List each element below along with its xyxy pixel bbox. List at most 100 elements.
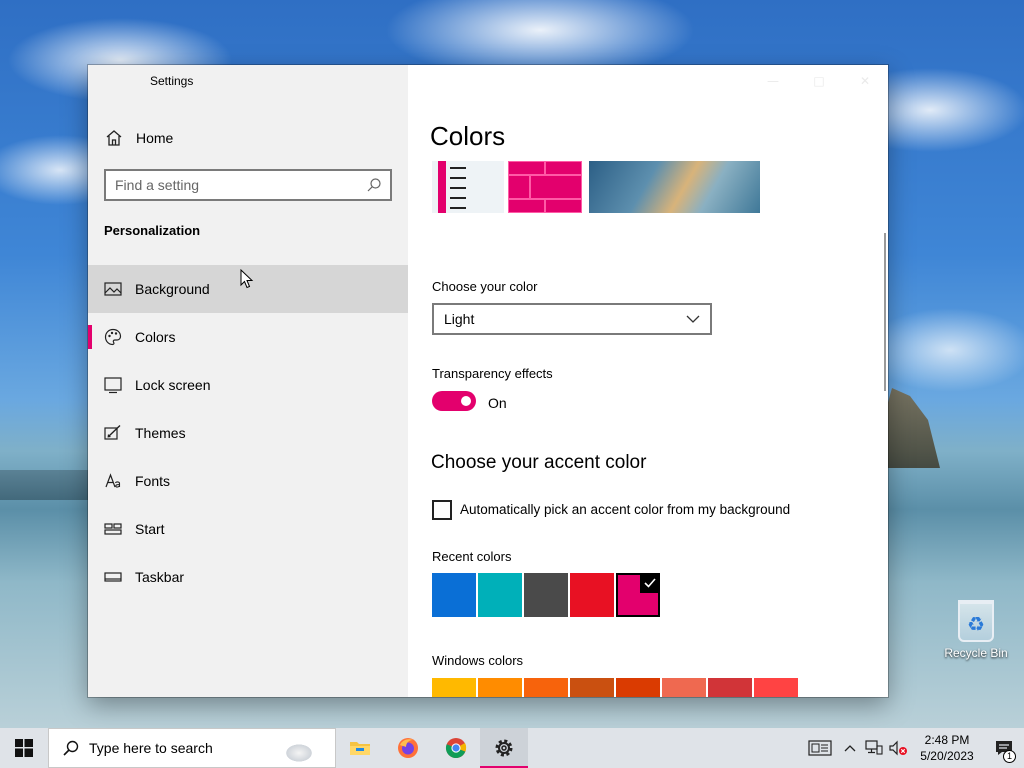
windows-color-swatch[interactable] <box>432 678 476 697</box>
recent-color-swatch[interactable] <box>616 573 660 617</box>
action-center-button[interactable]: 1 <box>984 728 1024 768</box>
recycle-bin-shortcut[interactable]: Recycle Bin <box>940 600 1012 660</box>
sidebar-item-lock-screen[interactable]: Lock screen <box>88 361 408 409</box>
colors-page: Colors Choose your color Light Transpare… <box>408 65 888 697</box>
personalization-nav: Background Colors Lock screen Themes Fon… <box>88 265 408 601</box>
recent-colors-label: Recent colors <box>432 549 512 564</box>
auto-accent-label: Automatically pick an accent color from … <box>460 502 791 517</box>
sidebar-item-colors[interactable]: Colors <box>88 313 408 361</box>
recent-colors-row <box>432 573 662 617</box>
news-widget-button[interactable] <box>802 728 838 768</box>
sidebar-item-fonts[interactable]: Fonts <box>88 457 408 505</box>
preview-tile-cell <box>545 199 582 213</box>
section-title: Personalization <box>104 223 201 238</box>
lock-screen-icon <box>104 377 122 394</box>
windows-color-swatch[interactable] <box>524 678 568 697</box>
taskbar-app-file-explorer[interactable] <box>336 728 384 768</box>
taskbar-app-chrome[interactable] <box>432 728 480 768</box>
search-icon <box>63 740 79 756</box>
preview-line <box>450 197 466 199</box>
sidebar-item-label: Background <box>135 281 210 297</box>
auto-accent-checkbox[interactable] <box>432 500 452 520</box>
sidebar-item-taskbar[interactable]: Taskbar <box>88 553 408 601</box>
show-hidden-icons-button[interactable] <box>838 728 862 768</box>
taskbar-app-settings[interactable] <box>480 728 528 768</box>
windows-color-swatch[interactable] <box>570 678 614 697</box>
clock-date: 5/20/2023 <box>920 749 974 763</box>
recent-color-swatch[interactable] <box>478 573 522 617</box>
windows-logo-icon <box>15 739 33 757</box>
start-tiles-icon <box>104 523 122 535</box>
home-icon <box>106 130 122 146</box>
search-icon <box>367 178 381 192</box>
chrome-icon <box>445 738 467 759</box>
start-button[interactable] <box>0 728 48 768</box>
preview-wallpaper <box>589 161 760 213</box>
transparency-label: Transparency effects <box>432 366 553 381</box>
sidebar-item-start[interactable]: Start <box>88 505 408 553</box>
windows-color-swatch[interactable] <box>662 678 706 697</box>
find-setting-input[interactable] <box>106 171 364 199</box>
network-icon <box>865 740 883 755</box>
taskbar-search-box[interactable]: Type here to search <box>48 728 336 768</box>
wallpaper-rock-right <box>880 388 940 468</box>
preview-line <box>450 207 466 209</box>
sidebar-item-label: Taskbar <box>135 569 185 585</box>
sidebar-item-label: Lock screen <box>135 377 211 393</box>
taskbar-search-text: Type here to search <box>89 740 213 756</box>
recycle-bin-icon <box>958 600 994 642</box>
recent-color-swatch[interactable] <box>524 573 568 617</box>
preview-line <box>450 177 466 179</box>
volume-muted-icon <box>889 740 907 756</box>
home-nav-item[interactable]: Home <box>104 125 173 151</box>
preview-start-menu <box>432 161 504 213</box>
preview-tile-cell <box>545 161 582 175</box>
palette-icon <box>104 328 122 346</box>
checkmark-icon <box>640 573 660 593</box>
back-arrow-icon[interactable]: ← <box>102 71 126 91</box>
choose-color-dropdown[interactable]: Light <box>432 303 712 335</box>
theme-preview <box>432 161 760 213</box>
preview-tile-cell <box>508 199 545 213</box>
choose-color-value: Light <box>444 311 475 327</box>
taskbar: Type here to search 2:48 PM 5/20/2023 1 <box>0 728 1024 768</box>
windows-color-swatch[interactable] <box>754 678 798 697</box>
toggle-knob <box>461 396 471 406</box>
font-icon <box>105 473 121 488</box>
recent-color-swatch[interactable] <box>570 573 614 617</box>
preview-line <box>450 187 466 189</box>
preview-tile-cell <box>508 175 530 199</box>
recycle-bin-label: Recycle Bin <box>944 646 1008 660</box>
volume-button[interactable] <box>886 728 910 768</box>
accent-color-heading: Choose your accent color <box>431 452 647 473</box>
window-title: Settings <box>150 74 194 88</box>
network-button[interactable] <box>862 728 886 768</box>
brush-icon <box>104 424 121 440</box>
sidebar-item-label: Themes <box>135 425 186 441</box>
picture-icon <box>104 282 122 296</box>
windows-color-swatch[interactable] <box>478 678 522 697</box>
file-explorer-icon <box>350 742 370 755</box>
sidebar-item-themes[interactable]: Themes <box>88 409 408 457</box>
selected-indicator <box>88 325 92 349</box>
wallpaper-rock-left <box>0 470 90 500</box>
taskbar-icon <box>104 572 122 582</box>
taskbar-app-firefox[interactable] <box>384 728 432 768</box>
firefox-icon <box>398 738 418 758</box>
content-scrollbar[interactable] <box>884 233 886 391</box>
sidebar-item-label: Colors <box>135 329 176 345</box>
page-title: Colors <box>430 121 506 151</box>
notification-count-badge: 1 <box>1003 750 1016 763</box>
settings-gear-icon <box>495 739 513 757</box>
windows-color-swatch[interactable] <box>708 678 752 697</box>
taskbar-clock[interactable]: 2:48 PM 5/20/2023 <box>910 732 984 764</box>
preview-tile-cell <box>508 161 545 175</box>
preview-line <box>450 167 466 169</box>
recent-color-swatch[interactable] <box>432 573 476 617</box>
windows-color-swatch[interactable] <box>616 678 660 697</box>
find-setting-search[interactable] <box>104 169 392 201</box>
sidebar-item-label: Start <box>135 521 165 537</box>
choose-color-label: Choose your color <box>432 279 538 294</box>
transparency-toggle[interactable] <box>432 391 476 411</box>
settings-window: Home Personalization Background <box>88 65 888 697</box>
